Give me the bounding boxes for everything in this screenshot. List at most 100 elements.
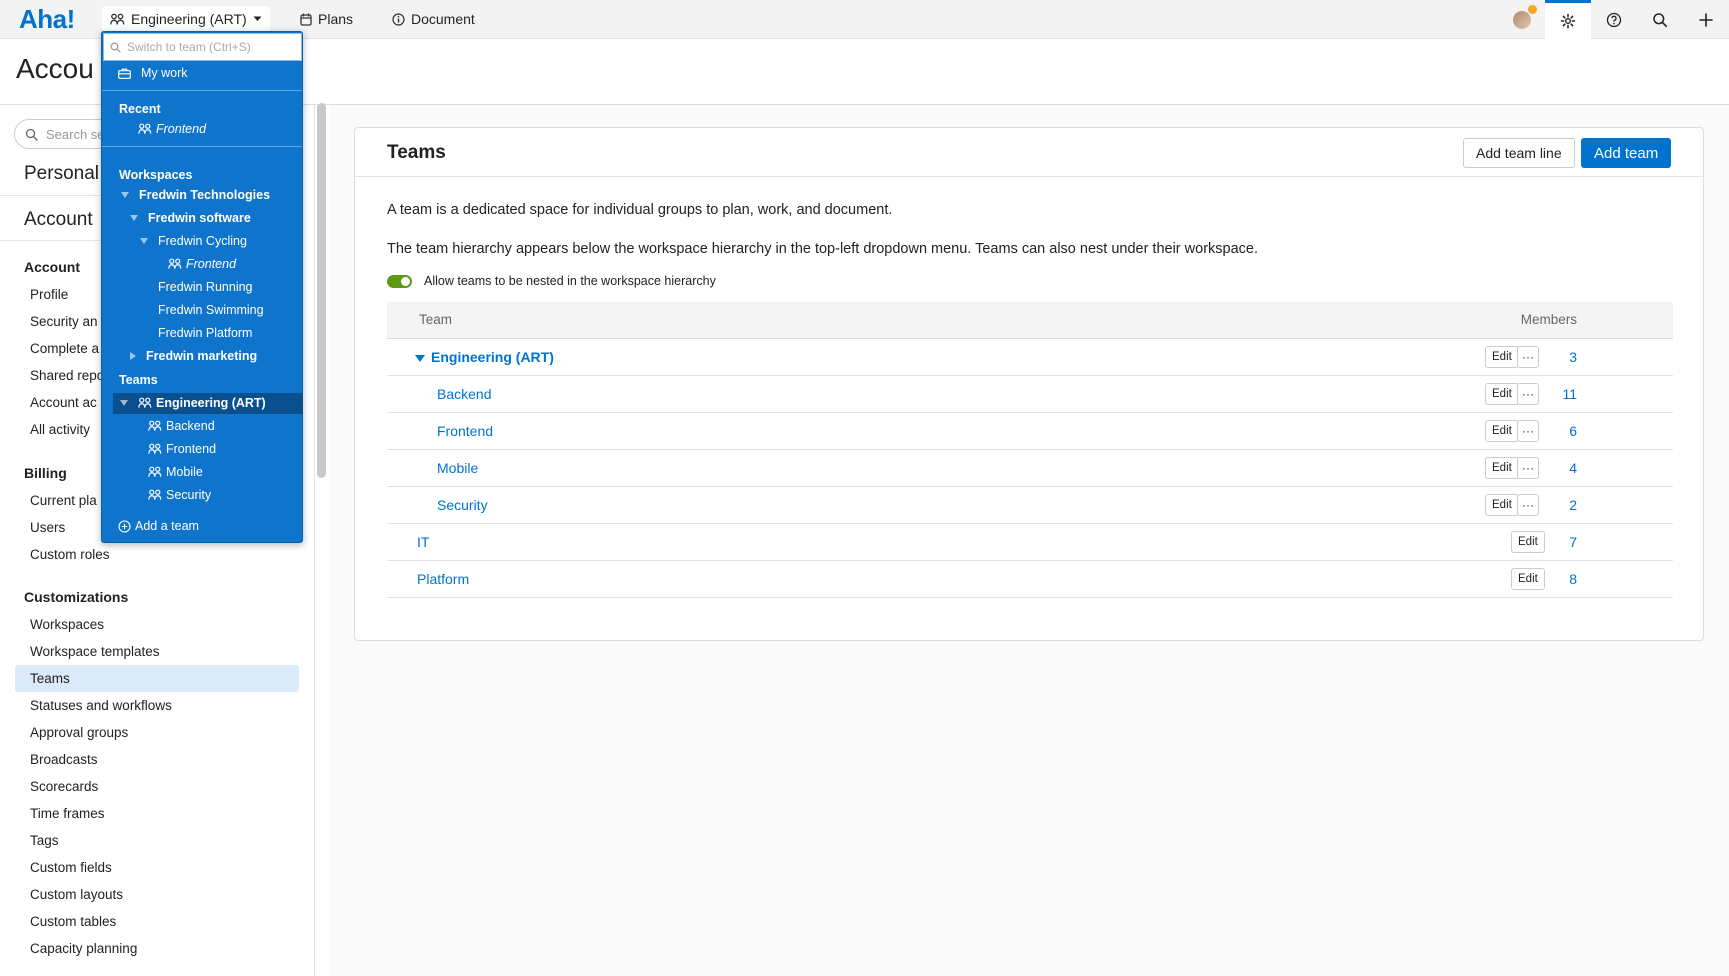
sidebar-account-heading[interactable]: Account: [24, 209, 93, 231]
more-options-button[interactable]: ···: [1517, 383, 1539, 405]
search-icon: [25, 128, 38, 141]
team-name-link[interactable]: Engineering (ART): [415, 349, 554, 365]
table-row: IT 7 Edit: [387, 524, 1673, 561]
more-options-button[interactable]: ···: [1517, 346, 1539, 368]
user-avatar-button[interactable]: [1499, 0, 1545, 39]
edit-button[interactable]: Edit: [1485, 383, 1519, 405]
members-count[interactable]: 6: [1569, 423, 1577, 439]
divider: [102, 146, 302, 147]
team-mobile[interactable]: Mobile: [148, 465, 203, 479]
more-options-button[interactable]: ···: [1517, 420, 1539, 442]
settings-button[interactable]: [1545, 0, 1591, 39]
team-name-link[interactable]: Mobile: [437, 460, 478, 476]
team-name-link[interactable]: Platform: [417, 571, 469, 587]
expand-caret-icon[interactable]: [121, 192, 129, 198]
edit-button[interactable]: Edit: [1511, 531, 1545, 553]
add-a-team-link[interactable]: Add a team: [118, 519, 199, 533]
team-name-link[interactable]: Backend: [437, 386, 491, 402]
sidebar-item-tags[interactable]: Tags: [15, 827, 299, 854]
workspace-fredwin-marketing[interactable]: Fredwin marketing: [130, 349, 257, 363]
expand-caret-icon[interactable]: [140, 238, 148, 244]
sidebar-item-workspaces[interactable]: Workspaces: [15, 611, 299, 638]
members-count[interactable]: 8: [1569, 571, 1577, 587]
table-row: Security 2 Edit ···: [387, 487, 1673, 524]
more-options-button[interactable]: ···: [1517, 494, 1539, 516]
collapse-caret-icon[interactable]: [415, 354, 425, 362]
my-work-label: My work: [141, 66, 188, 80]
aha-logo[interactable]: Aha!: [19, 4, 75, 35]
workspaces-heading: Workspaces: [119, 168, 193, 182]
workspace-fredwin-swimming[interactable]: Fredwin Swimming: [158, 303, 264, 317]
sidebar-personal-heading[interactable]: Personal: [24, 163, 99, 185]
top-right-icons: [1499, 0, 1729, 39]
nesting-toggle-label: Allow teams to be nested in the workspac…: [424, 274, 716, 288]
search-button[interactable]: [1637, 0, 1683, 39]
team-switch-search-input[interactable]: Switch to team (Ctrl+S): [103, 33, 302, 61]
help-button[interactable]: [1591, 0, 1637, 39]
create-button[interactable]: [1683, 0, 1729, 39]
team-backend[interactable]: Backend: [148, 419, 215, 433]
edit-button[interactable]: Edit: [1485, 420, 1519, 442]
teams-table: Team Members Engineering (ART) 3 Edit ··…: [387, 302, 1673, 598]
sidebar-item-teams[interactable]: Teams: [15, 665, 299, 692]
workspace-fredwin-technologies[interactable]: Fredwin Technologies: [121, 188, 270, 202]
workspace-fredwin-cycling[interactable]: Fredwin Cycling: [140, 234, 247, 248]
table-row: Frontend 6 Edit ···: [387, 413, 1673, 450]
sidebar-item-broadcasts[interactable]: Broadcasts: [15, 746, 299, 773]
members-count[interactable]: 3: [1569, 349, 1577, 365]
team-security[interactable]: Security: [148, 488, 211, 502]
team-name-link[interactable]: Frontend: [437, 423, 493, 439]
members-count[interactable]: 2: [1569, 497, 1577, 513]
sidebar-scrollbar[interactable]: [317, 103, 326, 478]
team-name-link[interactable]: Security: [437, 497, 488, 513]
team-icon: [148, 489, 162, 501]
add-team-button[interactable]: Add team: [1581, 138, 1672, 168]
expand-caret-icon[interactable]: [130, 215, 138, 221]
edit-button[interactable]: Edit: [1485, 346, 1519, 368]
edit-button[interactable]: Edit: [1485, 457, 1519, 479]
sidebar-item-custom-fields[interactable]: Custom fields: [15, 854, 299, 881]
nav-document-label: Document: [411, 11, 475, 27]
sidebar-item-approval-groups[interactable]: Approval groups: [15, 719, 299, 746]
sidebar-item-custom-tables[interactable]: Custom tables: [15, 908, 299, 935]
sidebar-item-scorecards[interactable]: Scorecards: [15, 773, 299, 800]
team-switcher-button[interactable]: Engineering (ART): [102, 6, 270, 32]
table-row: Platform 8 Edit: [387, 561, 1673, 598]
sidebar-section-customizations: Customizations: [24, 589, 129, 605]
gear-icon: [1560, 13, 1576, 29]
column-header-members[interactable]: Members: [1521, 312, 1577, 327]
expand-caret-icon[interactable]: [120, 400, 128, 406]
expand-caret-icon[interactable]: [130, 352, 136, 360]
edit-button[interactable]: Edit: [1485, 494, 1519, 516]
my-work-item[interactable]: My work: [118, 63, 188, 83]
chevron-down-icon: [253, 16, 262, 22]
sidebar-item-time-frames[interactable]: Time frames: [15, 800, 299, 827]
workspace-fredwin-platform[interactable]: Fredwin Platform: [158, 326, 252, 340]
nav-plans[interactable]: Plans: [292, 6, 361, 32]
add-team-line-button[interactable]: Add team line: [1463, 138, 1575, 168]
sidebar-item-custom-roles[interactable]: Custom roles: [15, 541, 299, 568]
workspace-fredwin-software[interactable]: Fredwin software: [130, 211, 251, 225]
members-count[interactable]: 7: [1569, 534, 1577, 550]
members-count[interactable]: 4: [1569, 460, 1577, 476]
notification-dot: [1528, 4, 1537, 14]
team-frontend[interactable]: Frontend: [148, 442, 216, 456]
more-options-button[interactable]: ···: [1517, 457, 1539, 479]
nesting-toggle[interactable]: [387, 274, 412, 288]
team-name-link[interactable]: IT: [417, 534, 429, 550]
sidebar-section-account: Account: [24, 259, 80, 275]
edit-button[interactable]: Edit: [1511, 568, 1545, 590]
members-count[interactable]: 11: [1562, 386, 1577, 402]
sidebar-item-custom-layouts[interactable]: Custom layouts: [15, 881, 299, 908]
team-engineering-art[interactable]: Engineering (ART): [120, 396, 266, 410]
team-switcher-dropdown: Switch to team (Ctrl+S) My work Recent F…: [101, 31, 303, 543]
sidebar-item-capacity-planning[interactable]: Capacity planning: [15, 935, 299, 962]
sidebar-section-billing: Billing: [24, 465, 67, 481]
sidebar-item-workspace-templates[interactable]: Workspace templates: [15, 638, 299, 665]
workspace-team-frontend[interactable]: Frontend: [168, 257, 236, 271]
workspace-fredwin-running[interactable]: Fredwin Running: [158, 280, 253, 294]
column-header-team[interactable]: Team: [419, 312, 452, 327]
recent-item-frontend[interactable]: Frontend: [138, 122, 206, 136]
sidebar-item-statuses[interactable]: Statuses and workflows: [15, 692, 299, 719]
nav-document[interactable]: Document: [384, 6, 483, 32]
